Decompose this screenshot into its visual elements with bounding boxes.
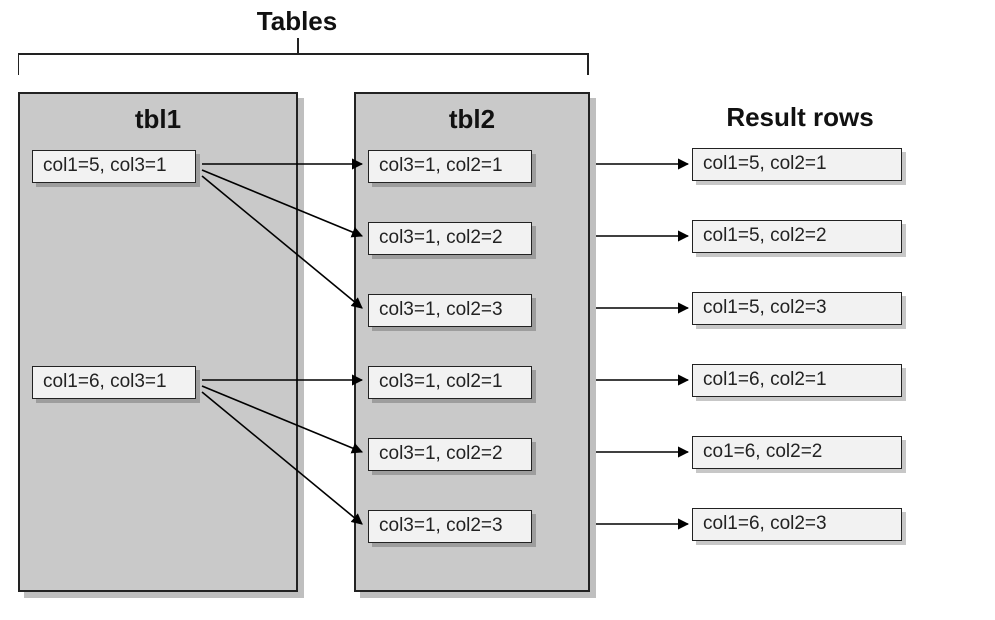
tables-heading: Tables: [232, 6, 362, 37]
tbl2-box: tbl2 col3=1, col2=1 col3=1, col2=2 col3=…: [354, 92, 590, 592]
tbl2-row-2: col3=1, col2=3: [368, 294, 532, 327]
result-row-2: col1=5, col2=3: [692, 292, 902, 325]
result-row-1: col1=5, col2=2: [692, 220, 902, 253]
result-row-0: col1=5, col2=1: [692, 148, 902, 181]
tbl1-box: tbl1 col1=5, col3=1 col1=6, col3=1: [18, 92, 298, 592]
tbl1-title: tbl1: [20, 104, 296, 135]
tables-bracket: [18, 38, 598, 78]
tbl2-title: tbl2: [356, 104, 588, 135]
tbl1-row-0: col1=5, col3=1: [32, 150, 196, 183]
tbl1-row-1: col1=6, col3=1: [32, 366, 196, 399]
result-row-5: col1=6, col2=3: [692, 508, 902, 541]
tbl2-row-1: col3=1, col2=2: [368, 222, 532, 255]
tbl2-row-3: col3=1, col2=1: [368, 366, 532, 399]
tbl2-row-0: col3=1, col2=1: [368, 150, 532, 183]
result-heading: Result rows: [680, 102, 920, 133]
result-row-4: co1=6, col2=2: [692, 436, 902, 469]
result-row-3: col1=6, col2=1: [692, 364, 902, 397]
tbl2-row-4: col3=1, col2=2: [368, 438, 532, 471]
tbl2-row-5: col3=1, col2=3: [368, 510, 532, 543]
diagram-canvas: Tables tbl1 col1=5, col3=1 col1=6, col3=…: [0, 0, 995, 620]
